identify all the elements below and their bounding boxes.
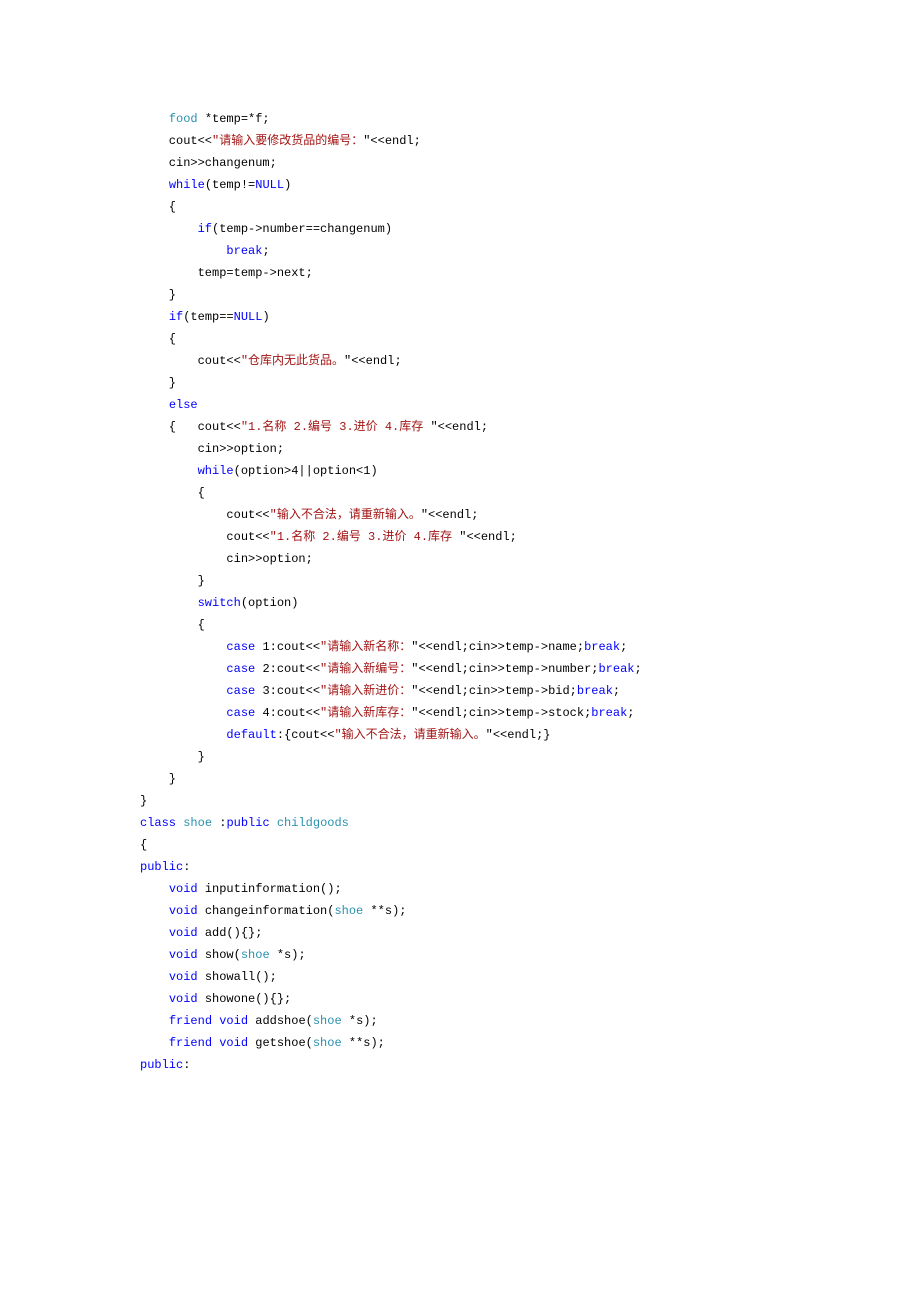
- code-line: {: [140, 834, 780, 856]
- code-line: void changeinformation(shoe **s);: [140, 900, 780, 922]
- code-line: case 1:cout<<"请输入新名称："<<endl;cin>>temp->…: [140, 636, 780, 658]
- code-line: case 3:cout<<"请输入新进价："<<endl;cin>>temp->…: [140, 680, 780, 702]
- code-line: public:: [140, 1054, 780, 1076]
- code-line: }: [140, 768, 780, 790]
- code-line: temp=temp->next;: [140, 262, 780, 284]
- code-line: {: [140, 328, 780, 350]
- code-line: }: [140, 284, 780, 306]
- code-line: case 2:cout<<"请输入新编号："<<endl;cin>>temp->…: [140, 658, 780, 680]
- code-line: void add(){};: [140, 922, 780, 944]
- code-line: }: [140, 790, 780, 812]
- code-line: switch(option): [140, 592, 780, 614]
- code-line: {: [140, 196, 780, 218]
- code-line: default:{cout<<"输入不合法，请重新输入。"<<endl;}: [140, 724, 780, 746]
- code-line: cout<<"1.名称 2.编号 3.进价 4.库存 "<<endl;: [140, 526, 780, 548]
- code-line: if(temp->number==changenum): [140, 218, 780, 240]
- code-line: cout<<"仓库内无此货品。"<<endl;: [140, 350, 780, 372]
- code-line: cout<<"请输入要修改货品的编号："<<endl;: [140, 130, 780, 152]
- code-block: food *temp=*f; cout<<"请输入要修改货品的编号："<<end…: [0, 0, 920, 1256]
- code-line: public:: [140, 856, 780, 878]
- code-line: cin>>option;: [140, 548, 780, 570]
- code-line: }: [140, 746, 780, 768]
- code-line: void showall();: [140, 966, 780, 988]
- code-line: void show(shoe *s);: [140, 944, 780, 966]
- code-line: class shoe :public childgoods: [140, 812, 780, 834]
- code-line: cin>>option;: [140, 438, 780, 460]
- code-line: food *temp=*f;: [140, 108, 780, 130]
- code-line: if(temp==NULL): [140, 306, 780, 328]
- code-line: }: [140, 570, 780, 592]
- code-line: else: [140, 394, 780, 416]
- code-line: { cout<<"1.名称 2.编号 3.进价 4.库存 "<<endl;: [140, 416, 780, 438]
- code-line: }: [140, 372, 780, 394]
- code-line: break;: [140, 240, 780, 262]
- code-line: {: [140, 614, 780, 636]
- code-line: friend void addshoe(shoe *s);: [140, 1010, 780, 1032]
- code-line: friend void getshoe(shoe **s);: [140, 1032, 780, 1054]
- code-line: {: [140, 482, 780, 504]
- code-line: void showone(){};: [140, 988, 780, 1010]
- code-line: while(temp!=NULL): [140, 174, 780, 196]
- code-line: cout<<"输入不合法，请重新输入。"<<endl;: [140, 504, 780, 526]
- code-line: case 4:cout<<"请输入新库存："<<endl;cin>>temp->…: [140, 702, 780, 724]
- code-line: void inputinformation();: [140, 878, 780, 900]
- code-line: cin>>changenum;: [140, 152, 780, 174]
- code-line: while(option>4||option<1): [140, 460, 780, 482]
